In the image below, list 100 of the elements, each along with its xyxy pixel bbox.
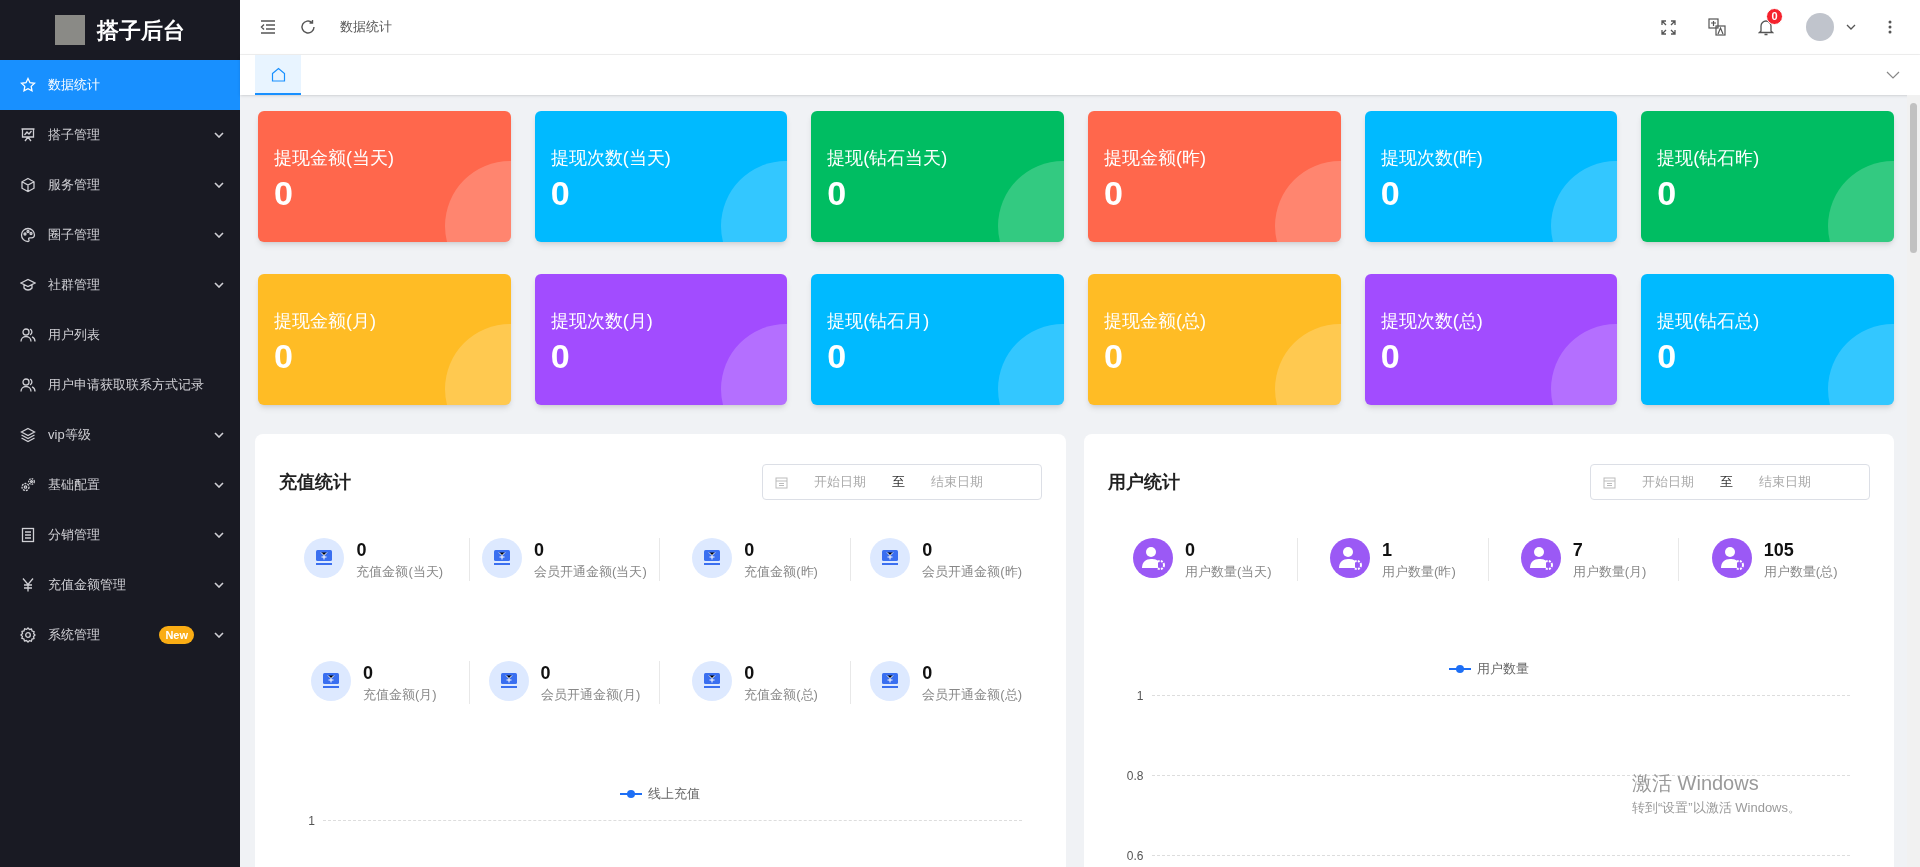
stat-value: 0 bbox=[274, 336, 293, 377]
sidebar-item[interactable]: 系统管理 New bbox=[0, 610, 240, 660]
notification-count-badge: 0 bbox=[1766, 8, 1783, 25]
y-axis-label: 1 bbox=[307, 812, 315, 830]
stat-label: 提现金额(月) bbox=[274, 310, 377, 332]
breadcrumb: 数据统计 bbox=[340, 18, 392, 37]
sidebar-item[interactable]: 服务管理 bbox=[0, 160, 240, 210]
stat-value: 0 bbox=[1380, 173, 1400, 214]
panel-title: 用户统计 bbox=[1107, 470, 1180, 494]
stat-label: 充值金额(总) bbox=[744, 686, 818, 704]
user-settings-icon bbox=[1711, 538, 1752, 578]
date-range-field[interactable]: 开始日期 至 结束日期 bbox=[1590, 464, 1870, 500]
home-tab[interactable] bbox=[255, 55, 301, 95]
chart-legend: 线上充值 bbox=[648, 784, 701, 804]
yen-monitor-icon bbox=[304, 538, 345, 578]
stat-value: 0 bbox=[922, 539, 934, 562]
new-badge: New bbox=[159, 626, 194, 644]
sidebar-item[interactable]: 社群管理 bbox=[0, 260, 240, 310]
stat-label: 会员开通金额(总) bbox=[922, 686, 1022, 704]
yen-icon bbox=[20, 577, 36, 593]
stat-label: 用户数量(昨) bbox=[1382, 563, 1456, 581]
stat-value: 0 bbox=[827, 173, 847, 214]
os-activation-title: 激活 Windows bbox=[1632, 771, 1760, 796]
sidebar-item[interactable]: 搭子管理 bbox=[0, 110, 240, 160]
stat-label: 提现金额(当天) bbox=[274, 147, 395, 169]
stat-label: 用户数量(总) bbox=[1763, 563, 1838, 581]
sidebar-item[interactable]: 分销管理 bbox=[0, 510, 240, 560]
stat-label: 充值金额(昨) bbox=[744, 563, 818, 581]
stat-label: 会员开通金额(当天) bbox=[534, 563, 647, 581]
stat-value: 0 bbox=[534, 539, 546, 562]
sidebar-item[interactable]: 充值金额管理 bbox=[0, 560, 240, 610]
document-icon bbox=[20, 527, 36, 543]
yen-monitor-icon bbox=[488, 661, 529, 701]
stat-value: 105 bbox=[1763, 539, 1795, 562]
logo-photo-placeholder bbox=[55, 15, 85, 45]
date-range-field[interactable]: 开始日期 至 结束日期 bbox=[761, 464, 1042, 500]
more-vertical-icon[interactable] bbox=[1888, 20, 1892, 34]
stat-value: 0 bbox=[356, 539, 368, 562]
yen-monitor-icon bbox=[692, 661, 733, 701]
user-settings-icon bbox=[1132, 538, 1173, 578]
sidebar-item[interactable]: 基础配置 bbox=[0, 460, 240, 510]
yen-monitor-icon bbox=[692, 538, 733, 578]
y-axis-label: 0.6 bbox=[1125, 847, 1144, 865]
stat-label: 提现金额(昨) bbox=[1104, 147, 1207, 169]
panel-title: 充值统计 bbox=[279, 470, 351, 494]
stat-value: 0 bbox=[922, 662, 934, 685]
stat-label: 提现金额(总) bbox=[1104, 310, 1207, 332]
stat-value: 0 bbox=[540, 662, 552, 685]
stat-value: 7 bbox=[1572, 539, 1584, 562]
fullscreen-icon[interactable] bbox=[1661, 19, 1676, 35]
stat-label: 充值金额(月) bbox=[362, 686, 437, 704]
stat-label: 提现次数(当天) bbox=[550, 147, 672, 169]
stat-value: 0 bbox=[1657, 173, 1677, 214]
stat-value: 0 bbox=[744, 539, 756, 562]
scrollbar[interactable] bbox=[1907, 95, 1920, 867]
chevron-down-icon[interactable] bbox=[1846, 24, 1856, 30]
sidebar-item[interactable]: 用户列表 bbox=[0, 310, 240, 360]
sidebar-item[interactable]: 圈子管理 bbox=[0, 210, 240, 260]
stat-value: 0 bbox=[550, 336, 570, 377]
presentation-chart-icon bbox=[20, 127, 36, 143]
stat-label: 提现(钻石当天) bbox=[827, 147, 949, 169]
stat-label: 提现次数(总) bbox=[1380, 310, 1484, 332]
sidebar-item[interactable]: 用户申请获取联系方式记录 bbox=[0, 360, 240, 410]
yen-monitor-icon bbox=[310, 661, 351, 701]
stat-value: 0 bbox=[827, 336, 847, 377]
chart-legend: 用户数量 bbox=[1476, 659, 1529, 679]
stat-label: 提现次数(月) bbox=[550, 310, 654, 332]
stat-value: 0 bbox=[274, 173, 293, 214]
bell-icon[interactable] bbox=[1758, 18, 1774, 36]
yen-monitor-icon bbox=[870, 538, 911, 578]
stat-value: 0 bbox=[550, 173, 570, 214]
yen-monitor-icon bbox=[870, 661, 911, 701]
layers-icon bbox=[20, 427, 36, 443]
brand-title: 搭子后台 bbox=[97, 16, 185, 45]
chevron-down-icon[interactable] bbox=[1886, 71, 1900, 79]
sidebar-item[interactable]: vip等级 bbox=[0, 410, 240, 460]
menu-fold-icon[interactable] bbox=[260, 20, 276, 34]
calendar-icon bbox=[774, 475, 788, 489]
yen-monitor-icon bbox=[482, 538, 523, 578]
user-icon bbox=[20, 327, 36, 343]
palette-icon bbox=[20, 227, 36, 243]
cube-icon bbox=[20, 177, 36, 193]
stat-label: 用户数量(月) bbox=[1572, 563, 1647, 581]
user-settings-icon bbox=[1330, 538, 1371, 578]
home-icon bbox=[270, 66, 286, 82]
calendar-icon bbox=[1603, 475, 1616, 489]
user-settings-icon bbox=[1520, 538, 1561, 578]
stat-value: 0 bbox=[1380, 336, 1400, 377]
refresh-icon[interactable] bbox=[300, 19, 316, 35]
star-icon bbox=[20, 77, 36, 93]
legend-line-icon bbox=[1448, 663, 1471, 674]
y-axis-label: 0.8 bbox=[1125, 767, 1144, 785]
settings-icon bbox=[20, 627, 36, 643]
stat-label: 提现次数(昨) bbox=[1380, 147, 1484, 169]
stat-label: 充值金额(当天) bbox=[356, 563, 444, 581]
translate-icon[interactable] bbox=[1708, 18, 1726, 36]
stat-value: 0 bbox=[1184, 539, 1196, 562]
stat-label: 会员开通金额(月) bbox=[540, 686, 641, 704]
os-activation-subtitle: 转到“设置”以激活 Windows。 bbox=[1632, 799, 1801, 817]
gears-icon bbox=[20, 477, 36, 493]
